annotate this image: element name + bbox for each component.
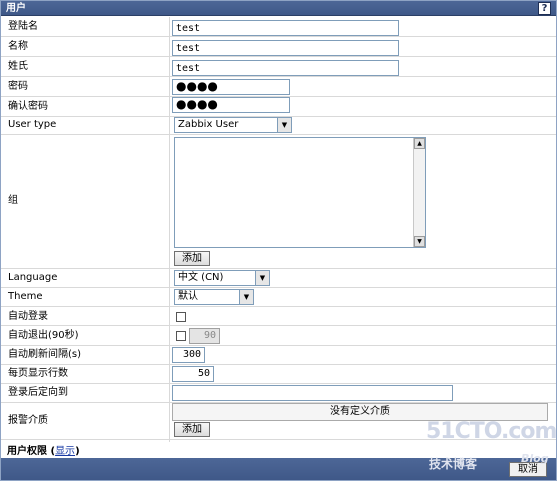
row-autologin: 自动登录	[1, 307, 556, 326]
user-rights-row: 用户权限 (显示)	[7, 442, 80, 457]
login-label: 登陆名	[8, 21, 38, 32]
user-form-window: 用户 ? 登陆名 名称 姓氏 密码 ●●●● 确认密码 ●●●● User ty…	[0, 0, 557, 481]
autologin-label: 自动登录	[8, 311, 48, 322]
watermark-logo: 51CTO.com 技术博客 Blog	[421, 419, 557, 477]
surname-label: 姓氏	[8, 61, 28, 72]
autologout-checkbox[interactable]	[176, 331, 186, 341]
add-media-button[interactable]: 添加	[174, 422, 210, 437]
password-confirm-input[interactable]: ●●●●	[172, 97, 290, 113]
language-label: Language	[8, 272, 58, 283]
language-select[interactable]: 中文 (CN) ▼	[174, 270, 270, 286]
surname-input[interactable]	[172, 60, 399, 76]
media-label: 报警介质	[8, 415, 48, 426]
name-label: 名称	[8, 41, 28, 52]
groups-listbox[interactable]: ▲ ▼	[174, 137, 426, 248]
form-title: 用户	[6, 3, 26, 14]
watermark-line2: 技术博客	[429, 457, 478, 471]
row-refresh: 自动刷新间隔(s)	[1, 346, 556, 365]
refresh-input[interactable]: 300	[172, 347, 205, 363]
autologout-label: 自动退出(90秒)	[8, 330, 79, 341]
row-theme: Theme	[1, 288, 556, 307]
row-autologout: 自动退出(90秒)	[1, 326, 556, 346]
login-input[interactable]	[172, 20, 399, 36]
user-type-select[interactable]: Zabbix User ▼	[174, 117, 292, 133]
show-rights-link[interactable]: 显示	[55, 446, 75, 457]
url-after-login-label: 登录后定向到	[8, 387, 68, 398]
theme-label: Theme	[8, 291, 43, 302]
user-type-value: Zabbix User	[178, 119, 239, 130]
password-input[interactable]: ●●●●	[172, 79, 290, 95]
theme-select[interactable]: 默认 ▼	[174, 289, 254, 305]
groups-label: 组	[8, 195, 18, 206]
url-after-login-input[interactable]	[172, 385, 453, 401]
scroll-down-icon[interactable]: ▼	[414, 236, 425, 247]
user-rights-close-paren: )	[75, 446, 80, 457]
rows-per-page-input[interactable]: 50	[172, 366, 214, 382]
groups-scrollbar[interactable]: ▲ ▼	[413, 138, 425, 247]
password-label: 密码	[8, 81, 28, 92]
theme-value: 默认	[178, 291, 198, 302]
watermark-line1: 51CTO.com	[426, 419, 557, 444]
language-value: 中文 (CN)	[178, 272, 224, 283]
autologin-checkbox[interactable]	[176, 312, 186, 322]
chevron-down-icon: ▼	[239, 290, 253, 304]
user-rights-label: 用户权限	[7, 446, 47, 457]
chevron-down-icon: ▼	[255, 271, 269, 285]
help-icon[interactable]: ?	[538, 2, 551, 15]
user-type-label: User type	[8, 119, 57, 130]
form-title-bar: 用户 ?	[1, 1, 556, 16]
rows-per-page-label: 每页显示行数	[8, 368, 68, 379]
add-group-button[interactable]: 添加	[174, 251, 210, 266]
scroll-up-icon[interactable]: ▲	[414, 138, 425, 149]
watermark-line3: Blog	[521, 452, 549, 465]
autologout-input[interactable]: 90	[189, 328, 220, 344]
chevron-down-icon: ▼	[277, 118, 291, 132]
password-confirm-label: 确认密码	[8, 101, 48, 112]
row-rows-per-page: 每页显示行数	[1, 365, 556, 384]
row-language: Language	[1, 269, 556, 288]
name-input[interactable]	[172, 40, 399, 56]
refresh-label: 自动刷新间隔(s)	[8, 349, 82, 360]
